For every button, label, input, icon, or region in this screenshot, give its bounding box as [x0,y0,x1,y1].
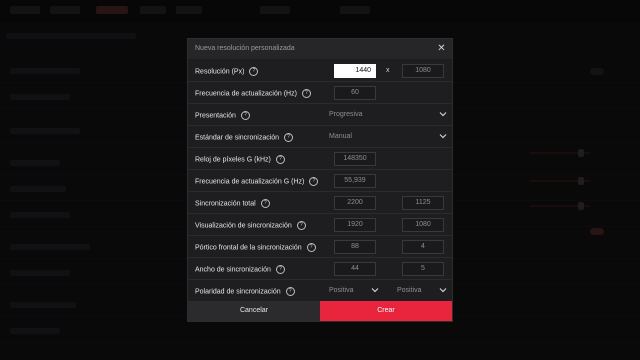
help-icon[interactable]: ? [306,243,316,252]
help-icon[interactable]: ? [309,177,319,186]
custom-resolution-dialog: Nueva resolución personalizada ✕ Resoluc… [187,38,453,322]
g-refresh-rate-label: Frecuencia de actualización G (Hz) [195,178,305,186]
sync-polarity-h-select[interactable]: Positiva [329,284,354,298]
resolution-separator: x [386,67,390,74]
presentation-select[interactable]: Progresiva [329,108,362,122]
resolution-width-input[interactable]: 1440 [334,64,376,78]
close-icon[interactable]: ✕ [436,43,447,54]
chevron-down-icon[interactable] [439,130,448,144]
sync-display-h-input[interactable]: 1920 [334,218,376,232]
help-icon[interactable]: ? [275,265,285,274]
cancel-button[interactable]: Cancelar [188,301,320,321]
sync-standard-select[interactable]: Manual [329,130,352,144]
refresh-rate-row: Frecuencia de actualización (Hz)? 60 [188,82,452,104]
sync-total-v-input[interactable]: 1125 [402,196,444,210]
presentation-row: Presentación? Progresiva [188,104,452,126]
sync-polarity-v-select[interactable]: Positiva [397,284,422,298]
front-porch-h-input[interactable]: 88 [334,240,376,254]
pixel-clock-input[interactable]: 148350 [334,152,376,166]
front-porch-row: Pórtico frontal de la sincronización? 88… [188,236,452,258]
chevron-down-icon[interactable] [439,284,448,298]
help-icon[interactable]: ? [249,67,259,76]
help-icon[interactable]: ? [285,287,295,296]
help-icon[interactable]: ? [240,111,250,120]
sync-polarity-row: Polaridad de sincronización? Positiva Po… [188,280,452,302]
sync-width-v-input[interactable]: 5 [402,262,444,276]
dialog-header: Nueva resolución personalizada ✕ [188,39,452,59]
refresh-rate-label: Frecuencia de actualización (Hz) [195,90,297,98]
sync-width-h-input[interactable]: 44 [334,262,376,276]
sync-width-row: Ancho de sincronización? 44 5 [188,258,452,280]
sync-standard-row: Estándar de sincronización? Manual [188,126,452,148]
help-icon[interactable]: ? [275,155,285,164]
help-icon[interactable]: ? [301,89,311,98]
sync-display-v-input[interactable]: 1080 [402,218,444,232]
resolution-height-input[interactable]: 1080 [402,64,444,78]
pixel-clock-label: Reloj de píxeles G (kHz) [195,156,271,164]
dialog-title: Nueva resolución personalizada [195,45,295,52]
chevron-down-icon[interactable] [371,284,380,298]
sync-display-row: Visualización de sincronización? 1920 10… [188,214,452,236]
chevron-down-icon[interactable] [439,108,448,122]
front-porch-label: Pórtico frontal de la sincronización [195,244,302,252]
help-icon[interactable]: ? [296,221,306,230]
sync-polarity-label: Polaridad de sincronización [195,288,281,296]
sync-total-h-input[interactable]: 2200 [334,196,376,210]
sync-display-label: Visualización de sincronización [195,222,292,230]
create-button[interactable]: Crear [320,301,452,321]
g-refresh-rate-row: Frecuencia de actualización G (Hz)? 55,9… [188,170,452,192]
sync-standard-label: Estándar de sincronización [195,134,280,142]
sync-total-label: Sincronización total [195,200,256,208]
dialog-footer: Cancelar Crear [188,301,452,321]
help-icon[interactable]: ? [260,199,270,208]
sync-width-label: Ancho de sincronización [195,266,271,274]
refresh-rate-input[interactable]: 60 [334,86,376,100]
front-porch-v-input[interactable]: 4 [402,240,444,254]
presentation-label: Presentación [195,112,236,120]
pixel-clock-row: Reloj de píxeles G (kHz)? 148350 [188,148,452,170]
resolution-row: Resolución (Px)? 1440 x 1080 [188,60,452,82]
g-refresh-rate-input[interactable]: 55,939 [334,174,376,188]
resolution-label: Resolución (Px) [195,68,245,76]
help-icon[interactable]: ? [284,133,294,142]
sync-total-row: Sincronización total? 2200 1125 [188,192,452,214]
